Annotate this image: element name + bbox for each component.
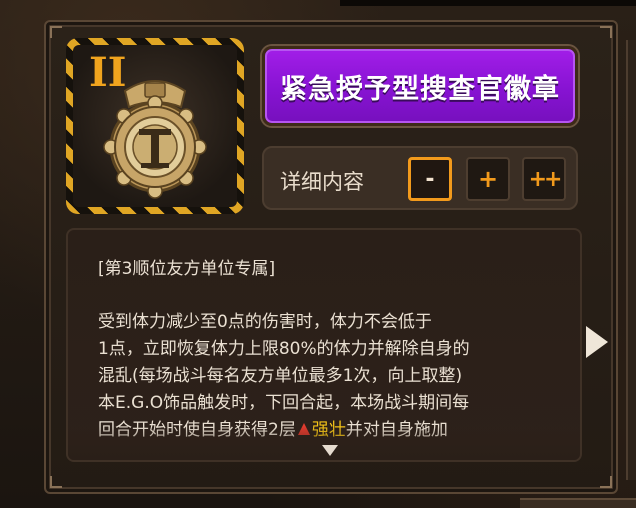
description-text: [第3顺位友方单位专属] 受到体力减少至0点的伤害时，体力不会低于 1点，立即恢…	[98, 256, 568, 444]
next-arrow-icon[interactable]	[586, 326, 608, 358]
investigator-badge-icon	[103, 80, 207, 199]
item-icon-background: II	[73, 45, 237, 207]
scroll-down-icon[interactable]	[322, 445, 338, 456]
corner-ornament	[600, 26, 612, 38]
bottom-edge	[520, 498, 636, 508]
detail-label: 详细内容	[280, 170, 364, 194]
corner-ornament	[50, 26, 62, 38]
corner-ornament	[600, 476, 612, 488]
top-strip	[340, 0, 636, 6]
description-body-wrap: 受到体力减少至0点的伤害时，体力不会低于 1点，立即恢复体力上限80%的体力并解…	[98, 309, 568, 444]
detail-level-plus-button[interactable]: +	[466, 157, 510, 201]
item-name-title[interactable]: 紧急授予型搜查官徽章	[262, 46, 578, 126]
description-panel[interactable]: [第3顺位友方单位专属] 受到体力减少至0点的伤害时，体力不会低于 1点，立即恢…	[66, 228, 582, 462]
corner-ornament	[50, 476, 62, 488]
detail-level-minus-button[interactable]: -	[408, 157, 452, 201]
side-panel-edge	[626, 40, 636, 480]
description-tag: [第3顺位友方单位专属]	[98, 259, 276, 279]
item-icon-frame[interactable]: II	[66, 38, 244, 214]
detail-level-bar: 详细内容 - + ++	[262, 146, 578, 210]
detail-level-plusplus-button[interactable]: ++	[522, 157, 566, 201]
